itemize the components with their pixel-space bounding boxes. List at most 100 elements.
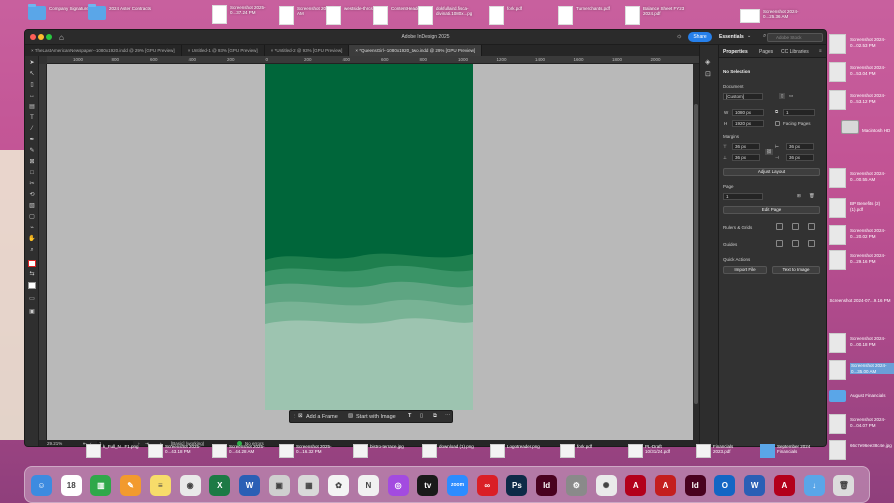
desktop-file[interactable]: Logotreader.png (490, 444, 540, 458)
dock-app-indesign-2-icon[interactable]: Id (684, 475, 706, 496)
dock-app-trash-icon[interactable]: 🗑 (833, 475, 855, 496)
page-select[interactable]: 1 (723, 193, 763, 200)
dock-app-acrobat-pro-icon[interactable]: A (655, 475, 676, 496)
desktop-file[interactable]: download (1).png (422, 444, 474, 458)
edit-page-button[interactable]: Edit Page (723, 206, 820, 214)
hard-drive-icon[interactable] (841, 120, 859, 134)
line-tool-icon[interactable]: ⁄ (28, 126, 36, 133)
file-thumbnail-icon[interactable] (829, 62, 846, 82)
desktop-file[interactable]: Screenshot 2025-0...43.18 PM (148, 444, 205, 458)
apply-none-icon[interactable] (28, 282, 36, 289)
dock-app-creative-cloud-icon[interactable]: ∞ (476, 475, 498, 496)
dock-app-launchpad-icon[interactable]: ▦ (298, 475, 320, 496)
links-panel-icon[interactable]: ⊡ (705, 70, 711, 78)
smart-guides-icon[interactable] (808, 240, 815, 247)
content-collector-icon[interactable]: ▤ (28, 104, 36, 111)
panel-menu-icon[interactable]: ≡ (819, 48, 822, 53)
desktop-file[interactable]: Turnerchants.pdf (558, 6, 610, 25)
file-thumbnail-icon[interactable] (829, 414, 846, 434)
more-options-icon[interactable]: ⋯ (445, 413, 451, 419)
desktop-file[interactable]: westside-thrcs.jpg (326, 6, 380, 25)
tab-document[interactable]: × Untitled-1 @ 93% [GPU Preview] (182, 45, 265, 56)
file-thumbnail-icon[interactable] (829, 333, 846, 353)
text-to-image-button[interactable]: Text to Image (772, 266, 820, 274)
dock-app-preview-icon[interactable]: ▣ (268, 475, 290, 496)
dock-app-chrome-icon[interactable]: ◉ (179, 475, 201, 496)
landscape-orientation-icon[interactable]: ▭ (789, 93, 793, 99)
dock-app-numbers-icon[interactable]: ▥ (90, 475, 112, 496)
baseline-grid-toggle-icon[interactable] (808, 223, 815, 230)
note-tool-icon[interactable]: ▢ (28, 214, 36, 221)
dock-app-calendar-icon[interactable]: 18 (60, 475, 82, 496)
folder-icon[interactable] (829, 390, 846, 402)
dock-app-pages-icon[interactable]: ✎ (120, 475, 142, 496)
desktop-file[interactable]: PL-Draft 10/31/24.pdf (628, 444, 679, 458)
tab-properties[interactable]: Properties (723, 49, 748, 55)
pencil-tool-icon[interactable]: ✎ (28, 148, 36, 155)
direct-selection-tool-icon[interactable]: ↖ (28, 71, 36, 78)
margin-right-field[interactable]: 36 px (786, 154, 814, 161)
dock-app-photoshop-icon[interactable]: Ps (506, 475, 528, 496)
dock-app-excel-icon[interactable]: X (209, 475, 231, 496)
dock-app-acrobat-icon[interactable]: A (625, 475, 647, 496)
add-frame-button[interactable]: Add a Frame (306, 414, 338, 420)
desktop-file[interactable]: Financials 2023.pdf (696, 444, 747, 458)
desktop-file[interactable]: dokfullaird.fisca-divinati.1080x...pg (418, 6, 480, 25)
tab-document-active[interactable]: × *QueensGirl--1080x1920_two.indd @ 29% … (349, 45, 483, 56)
adjust-layout-button[interactable]: Adjust Layout (723, 168, 820, 176)
pdf-file-icon[interactable] (829, 198, 846, 218)
dock-app-word-doc-icon[interactable]: W (744, 475, 766, 496)
dock-app-podcasts-icon[interactable]: ◎ (387, 475, 409, 496)
lock-guides-icon[interactable] (792, 240, 799, 247)
desktop-folder[interactable]: 2024 Aster Contracts (88, 4, 151, 20)
scissors-tool-icon[interactable]: ✂ (28, 181, 36, 188)
file-thumbnail-icon[interactable] (829, 34, 846, 54)
properties-panel-icon[interactable]: ◈ (705, 58, 710, 66)
dock-app-word-icon[interactable]: W (239, 475, 260, 496)
type-tool-icon[interactable]: T (28, 115, 36, 122)
drag-handle-icon[interactable]: ⋮ (292, 414, 298, 420)
rectangle-frame-tool-icon[interactable]: ⊠ (28, 159, 36, 166)
swap-fill-stroke-icon[interactable]: ⇆ (28, 271, 36, 278)
desktop-file[interactable]: fork.pdf (489, 6, 522, 25)
hand-tool-icon[interactable]: ✋ (28, 236, 36, 243)
eyedropper-tool-icon[interactable]: ⌁ (28, 225, 36, 232)
adobe-stock-search-input[interactable]: Adobe Stock (767, 33, 823, 42)
lightbulb-icon[interactable]: ☼ (676, 33, 682, 40)
page-tool-icon[interactable]: ▯ (28, 82, 36, 89)
workspace-switcher[interactable]: Essentials (719, 34, 744, 40)
dock-app-downloads-icon[interactable]: ↓ (803, 475, 825, 496)
dock-app-news-icon[interactable]: N (357, 475, 379, 496)
dock-app-apple-tv-icon[interactable]: tv (417, 475, 439, 496)
pen-tool-icon[interactable]: ✒ (28, 137, 36, 144)
grid-toggle-icon[interactable] (792, 223, 799, 230)
page-icon[interactable]: ▯ (420, 413, 423, 419)
tab-pages[interactable]: Pages (759, 49, 773, 55)
pages-count-field[interactable]: 1 (783, 109, 815, 116)
height-field[interactable]: 1920 px (732, 120, 764, 127)
dock-app-settings-icon[interactable]: ⚙ (565, 475, 587, 496)
type-icon[interactable]: T (408, 413, 411, 419)
portrait-orientation-icon[interactable]: ▯ (779, 93, 786, 99)
desktop-file[interactable]: Balance Sheet FY23 2024.pdf (625, 6, 687, 25)
file-thumbnail-icon[interactable] (829, 225, 846, 245)
desktop-file[interactable]: Screenshot 2025-0...44.28 AM (212, 444, 269, 458)
dock-app-photos-icon[interactable]: ✿ (328, 475, 350, 496)
desktop-file[interactable]: fork.pdf (560, 444, 592, 458)
desktop-file[interactable]: September 2024 Financials (760, 444, 821, 458)
tab-cc-libraries[interactable]: CC Libraries (781, 49, 809, 55)
file-thumbnail-icon[interactable] (829, 440, 846, 460)
desktop-file[interactable]: Screenshot 2024-0...25.36 AM (740, 9, 807, 23)
desktop-file[interactable]: k_Full_N...F1.png (86, 444, 139, 458)
selection-tool-icon[interactable]: ➤ (28, 60, 36, 67)
screen-mode-icon[interactable]: ▭ (28, 296, 36, 303)
margin-top-field[interactable]: 36 px (732, 143, 760, 150)
share-button[interactable]: Share (688, 32, 712, 42)
file-thumbnail-icon[interactable] (829, 90, 846, 110)
desktop-file[interactable]: Screenshot 2025-0...37.24 PM (212, 5, 274, 24)
start-with-image-button[interactable]: Start with Image (356, 414, 396, 420)
show-guides-icon[interactable] (776, 240, 783, 247)
dock-app-notes-icon[interactable]: ≡ (149, 475, 171, 496)
import-file-button[interactable]: Import File (723, 266, 767, 274)
file-thumbnail-icon[interactable] (829, 360, 846, 380)
